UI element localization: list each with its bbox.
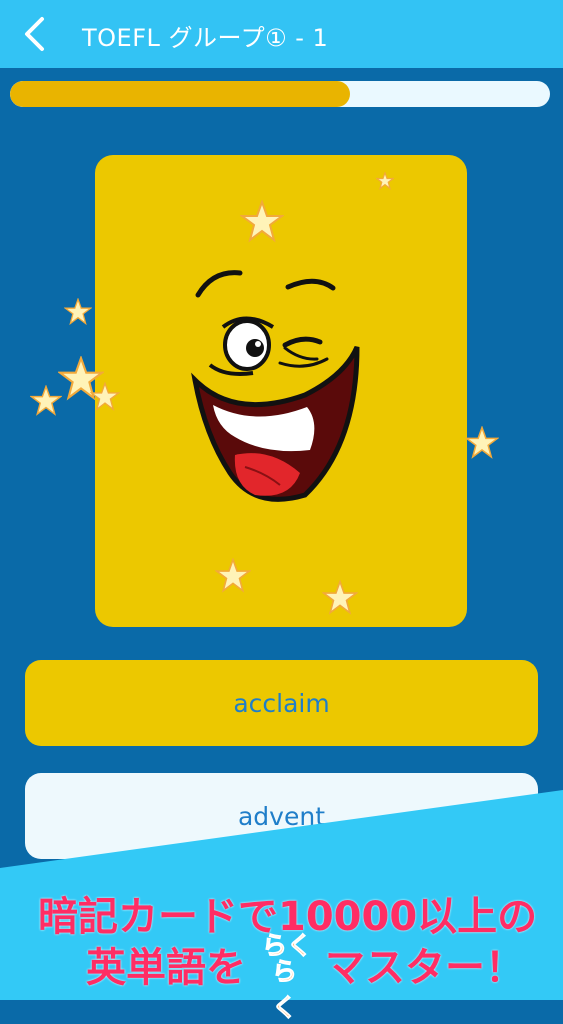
answer-option-1[interactable]: acclaim <box>25 660 538 746</box>
star-icon <box>465 426 499 459</box>
page-title: TOEFL グループ① - 1 <box>82 24 329 52</box>
back-button[interactable] <box>14 14 54 54</box>
star-icon <box>322 580 358 615</box>
star-icon <box>376 172 394 190</box>
chevron-left-icon <box>25 17 44 51</box>
rakuraku-bottom: らく <box>272 957 298 1023</box>
progress-bar-fill <box>10 81 351 107</box>
star-icon <box>64 298 92 326</box>
star-icon <box>240 200 284 243</box>
star-icon <box>90 382 120 411</box>
star-icon <box>30 385 62 416</box>
star-icon <box>215 558 251 593</box>
answer-option-2[interactable]: advent <box>25 773 538 859</box>
app-header: TOEFL グループ① - 1 <box>0 0 563 68</box>
promo-text-line2-start: 英単語を <box>86 945 246 991</box>
rakuraku-logo: らく らく <box>258 930 320 1023</box>
progress-bar <box>10 81 550 107</box>
promo-text-line2-end: マスター！ <box>325 945 525 991</box>
